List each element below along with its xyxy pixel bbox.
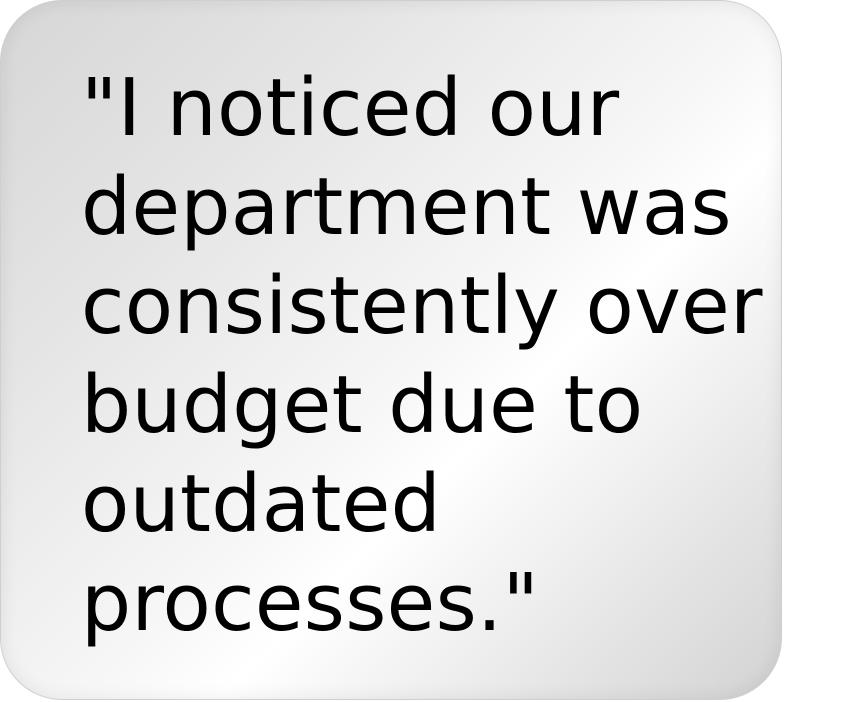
canvas: "I noticed our department was consistent… xyxy=(0,0,851,702)
quote-text: "I noticed our department was consistent… xyxy=(81,62,763,649)
quote-card: "I noticed our department was consistent… xyxy=(0,0,782,700)
